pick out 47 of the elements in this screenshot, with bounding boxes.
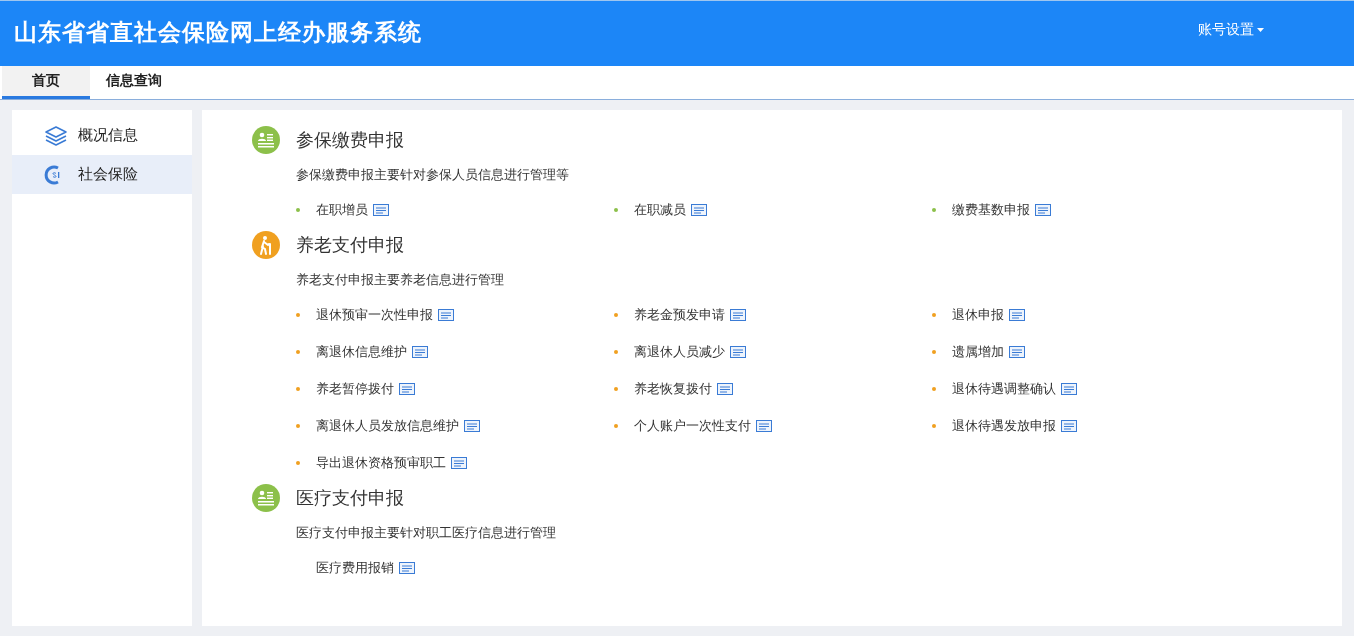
section-description: 养老支付申报主要养老信息进行管理	[296, 271, 505, 289]
service-link[interactable]: 退休预审一次性申报	[316, 305, 433, 324]
caret-icon	[1257, 27, 1264, 32]
service-link[interactable]: 导出退休资格预审职工	[316, 453, 446, 472]
document-icon[interactable]	[730, 345, 746, 358]
document-icon[interactable]	[1009, 308, 1025, 321]
document-icon[interactable]	[1061, 382, 1077, 395]
document-icon[interactable]	[464, 419, 480, 432]
service-link[interactable]: 养老金预发申请	[634, 305, 725, 324]
nav-tab[interactable]: 首页	[2, 66, 90, 99]
service-link[interactable]: 离退休人员发放信息维护	[316, 416, 459, 435]
section-title: 参保缴费申报	[296, 128, 404, 152]
document-icon[interactable]	[691, 203, 707, 216]
service-link[interactable]: 离退休信息维护	[316, 342, 407, 361]
document-icon[interactable]	[1009, 345, 1025, 358]
service-link[interactable]: 遗属增加	[952, 342, 1004, 361]
section-title: 养老支付申报	[296, 233, 404, 257]
service-link[interactable]: 在职减员	[634, 200, 686, 219]
system-title: 山东省省直社会保险网上经办服务系统	[14, 18, 422, 47]
document-icon[interactable]	[373, 203, 389, 216]
document-icon[interactable]	[1061, 419, 1077, 432]
service-link[interactable]: 在职增员	[316, 200, 368, 219]
service-link[interactable]: 退休待遇调整确认	[952, 379, 1056, 398]
document-icon[interactable]	[399, 561, 415, 574]
sidebar-item[interactable]: 概况信息	[12, 116, 192, 155]
section-description: 医疗支付申报主要针对职工医疗信息进行管理	[296, 524, 557, 542]
service-link[interactable]: 离退休人员减少	[634, 342, 725, 361]
service-link[interactable]: 个人账户一次性支付	[634, 416, 751, 435]
service-link[interactable]: 养老恢复拨付	[634, 379, 712, 398]
section-description: 参保缴费申报主要针对参保人员信息进行管理等	[296, 166, 570, 184]
sidebar-item[interactable]: 社会保险	[12, 155, 192, 194]
document-icon[interactable]	[438, 308, 454, 321]
document-icon[interactable]	[756, 419, 772, 432]
document-icon[interactable]	[1035, 203, 1051, 216]
service-link[interactable]: 缴费基数申报	[952, 200, 1030, 219]
document-icon[interactable]	[412, 345, 428, 358]
document-icon[interactable]	[399, 382, 415, 395]
section-title: 医疗支付申报	[296, 486, 404, 510]
layers-icon	[44, 124, 68, 147]
service-link[interactable]: 退休待遇发放申报	[952, 416, 1056, 435]
service-link[interactable]: 退休申报	[952, 305, 1004, 324]
document-icon[interactable]	[451, 456, 467, 469]
document-icon[interactable]	[717, 382, 733, 395]
account-settings-menu[interactable]: 账号设置	[1198, 20, 1264, 39]
service-link[interactable]: 养老暂停拨付	[316, 379, 394, 398]
service-link[interactable]: 医疗费用报销	[316, 558, 394, 577]
document-icon[interactable]	[730, 308, 746, 321]
